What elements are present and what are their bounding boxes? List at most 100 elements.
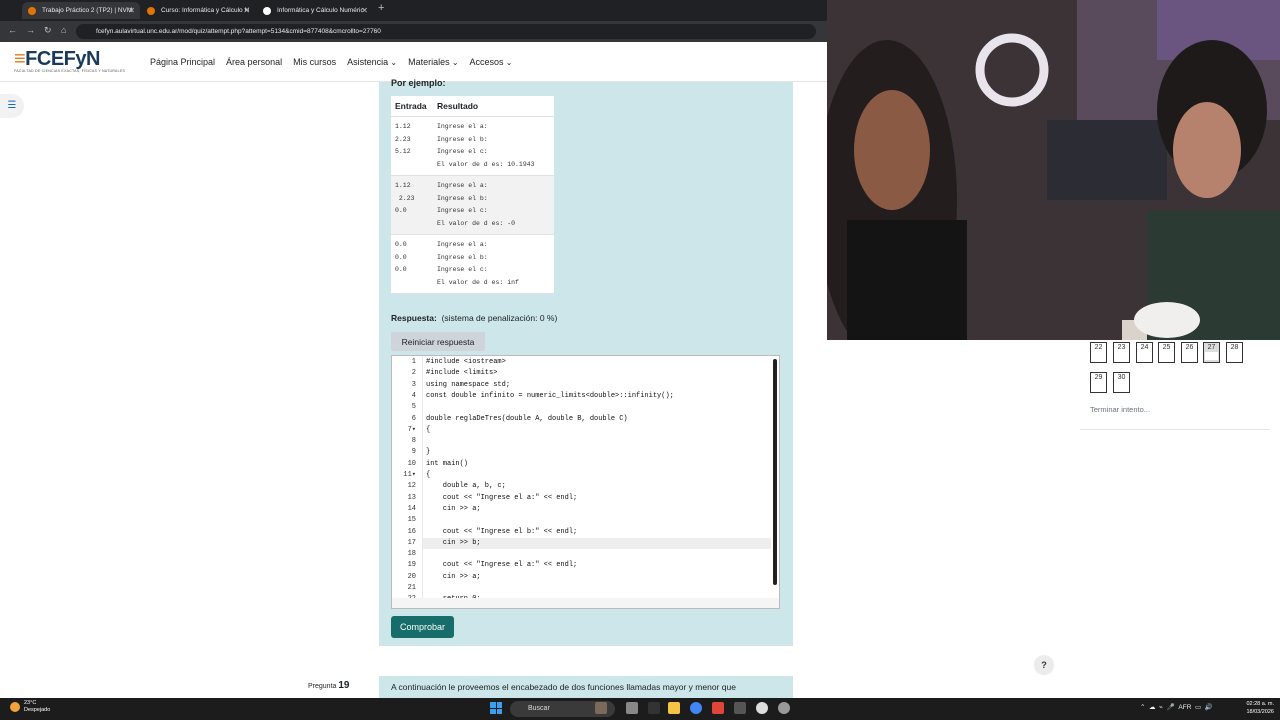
code-line[interactable]: cin >> a; <box>423 504 771 515</box>
table-cell-result: Ingrese el a: Ingrese el b: Ingrese el c… <box>433 175 554 235</box>
quiz-nav-button-30[interactable]: 30 <box>1113 372 1130 393</box>
system-clock[interactable]: 02:28 a. m. 18/03/2026 <box>1238 700 1274 716</box>
code-line[interactable]: double a, b, c; <box>423 481 771 492</box>
finish-attempt-link[interactable]: Terminar intento... <box>1090 405 1150 414</box>
system-tray[interactable]: ⌃ ☁ ⌁ 🎤 AFR ▭ 🔊 <box>1140 703 1213 711</box>
back-icon[interactable]: ← <box>8 25 17 35</box>
line-number: 2 <box>411 369 416 378</box>
windows-taskbar: 23°C Despejado Buscar ⌃ ☁ ⌁ 🎤 AFR ▭ 🔊 02… <box>0 698 1280 720</box>
quiz-nav-button-23[interactable]: 23 <box>1113 342 1130 363</box>
menu-item-accesos[interactable]: Accesos <box>470 57 513 67</box>
quiz-nav-button-28[interactable]: 28 <box>1226 342 1243 363</box>
code-line[interactable] <box>423 515 771 526</box>
windows-start-icon[interactable] <box>490 702 502 714</box>
close-tab-icon[interactable]: ✕ <box>243 2 250 19</box>
clock-time: 02:28 a. m. <box>1246 701 1274 707</box>
webcam-overlay <box>827 0 1280 340</box>
editor-scrollbar[interactable] <box>773 359 777 585</box>
code-line[interactable]: cin >> a; <box>423 572 771 583</box>
code-line[interactable]: int main() <box>423 459 771 470</box>
code-line[interactable]: cout << "Ingrese el b:" << endl; <box>423 527 771 538</box>
line-number: 11▾ <box>403 471 416 479</box>
line-number: 13 <box>407 493 416 502</box>
home-icon[interactable]: ⌂ <box>61 25 66 35</box>
answer-label-text: Respuesta: <box>391 313 437 323</box>
code-line[interactable]: cout << "Ingrese el a:" << endl; <box>423 493 771 504</box>
answer-label: Respuesta: (sistema de penalización: 0 %… <box>391 313 557 323</box>
weather-widget[interactable]: 23°C Despejado <box>10 700 50 714</box>
code-line[interactable] <box>423 549 771 560</box>
help-button[interactable]: ? <box>1034 655 1054 675</box>
code-line[interactable]: { <box>423 425 771 436</box>
menu-item-area-personal[interactable]: Área personal <box>226 57 282 67</box>
app-icon[interactable] <box>734 702 746 714</box>
chrome-icon[interactable] <box>690 702 702 714</box>
reload-icon[interactable]: ↻ <box>44 25 52 36</box>
code-line[interactable]: using namespace std; <box>423 380 771 391</box>
search-placeholder: Buscar <box>528 705 550 712</box>
fcefyn-logo[interactable]: ≡FCEFyN FACULTAD DE CIENCIAS EXACTAS, FÍ… <box>14 48 125 73</box>
logo-subtitle: FACULTAD DE CIENCIAS EXACTAS, FÍSICAS Y … <box>14 69 126 73</box>
menu-item-asistencia[interactable]: Asistencia <box>347 57 397 67</box>
code-line[interactable]: const double infinito = numeric_limits<d… <box>423 391 771 402</box>
code-line[interactable]: #include <limits> <box>423 368 771 379</box>
quiz-nav-button-25[interactable]: 25 <box>1158 342 1175 363</box>
weather-desc: Despejado <box>24 707 51 713</box>
favicon-icon <box>263 7 271 15</box>
line-number: 15 <box>407 516 416 525</box>
code-line[interactable]: cin >> b; <box>423 537 771 550</box>
penalty-text: (sistema de penalización: 0 %) <box>441 313 558 323</box>
table-cell-input: 1.12 2.23 5.12 <box>391 116 433 176</box>
quiz-nav-button-29[interactable]: 29 <box>1090 372 1107 393</box>
check-button[interactable]: Comprobar <box>391 616 454 638</box>
code-line[interactable]: } <box>423 447 771 458</box>
code-line[interactable]: { <box>423 470 771 481</box>
code-editor[interactable]: 1234567▾891011▾1213141516171819202122 #i… <box>391 355 780 609</box>
line-number: 20 <box>407 572 416 581</box>
browser-tab[interactable]: Informática y Cálculo Numéric ✕ <box>257 2 373 19</box>
main-menu: Página Principal Área personal Mis curso… <box>150 57 512 67</box>
app-icon[interactable] <box>712 702 724 714</box>
menu-item-mis-cursos[interactable]: Mis cursos <box>293 57 336 67</box>
browser-tab[interactable]: Curso: Informática y Cálculo N ✕ <box>141 2 255 19</box>
menu-item-pagina-principal[interactable]: Página Principal <box>150 57 215 67</box>
file-explorer-icon[interactable] <box>668 702 680 714</box>
close-tab-icon[interactable]: ✕ <box>128 2 135 19</box>
weather-temp: 23°C <box>24 700 37 706</box>
settings-icon[interactable] <box>778 702 790 714</box>
menu-item-materiales[interactable]: Materiales <box>408 57 458 67</box>
code-area[interactable]: #include <iostream> #include <limits> usin… <box>422 356 771 608</box>
tab-title: Trabajo Práctico 2 (TP2) | NVM <box>42 7 133 14</box>
widget-icon[interactable] <box>595 702 607 714</box>
table-cell-input: 0.0 0.0 0.0 <box>391 234 433 294</box>
code-line[interactable] <box>423 436 771 447</box>
task-view-icon[interactable] <box>626 702 638 714</box>
url-field[interactable]: fcefyn.aulavirtual.unc.edu.ar/mod/quiz/a… <box>76 24 816 39</box>
terminal-icon[interactable] <box>648 702 660 714</box>
code-line[interactable]: #include <iostream> <box>423 357 771 368</box>
course-index-toggle-icon[interactable]: ☰ <box>0 94 24 118</box>
question-label: Pregunta <box>308 683 337 690</box>
quiz-nav-button-24[interactable]: 24 <box>1136 342 1153 363</box>
forward-icon[interactable]: → <box>26 25 35 35</box>
browser-tab[interactable]: Trabajo Práctico 2 (TP2) | NVM ✕ <box>22 2 140 19</box>
quiz-nav-button-22[interactable]: 22 <box>1090 342 1107 363</box>
line-number: 17 <box>407 538 416 547</box>
close-tab-icon[interactable]: ✕ <box>361 2 368 19</box>
code-line[interactable] <box>423 583 771 594</box>
editor-resize-bar[interactable] <box>392 598 779 608</box>
line-number: 16 <box>407 527 416 536</box>
example-label: Por ejemplo: <box>391 78 446 88</box>
address-bar-row: ← → ↻ ⌂ fcefyn.aulavirtual.unc.edu.ar/mo… <box>0 21 827 42</box>
quiz-nav-button-27[interactable]: 27 <box>1203 342 1220 363</box>
new-tab-icon[interactable]: + <box>378 2 384 14</box>
webcam-image <box>827 0 1280 340</box>
line-number: 1 <box>411 358 416 366</box>
obs-icon[interactable] <box>756 702 768 714</box>
quiz-nav-button-26[interactable]: 26 <box>1181 342 1198 363</box>
code-line[interactable]: double reglaDeTres(double A, double B, d… <box>423 414 771 425</box>
line-number: 12 <box>407 482 416 491</box>
code-line[interactable]: cout << "Ingrese el a:" << endl; <box>423 560 771 571</box>
code-line[interactable] <box>423 402 771 413</box>
reset-answer-button[interactable]: Reiniciar respuesta <box>391 332 485 351</box>
